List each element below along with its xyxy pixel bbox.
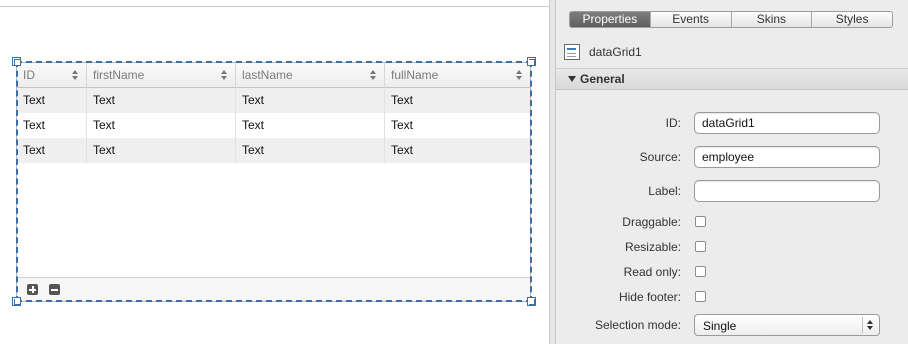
resizable-checkbox[interactable]	[695, 241, 706, 252]
tab-styles[interactable]: Styles	[812, 12, 892, 27]
updown-arrows-icon	[867, 320, 874, 331]
table-cell: Text	[236, 138, 385, 163]
draggable-label: Draggable:	[622, 215, 681, 229]
grid-body: Text Text Text Text Text Text Text Text …	[17, 88, 530, 163]
table-cell: Text	[391, 143, 414, 157]
id-field[interactable]	[694, 112, 880, 134]
component-name: dataGrid1	[589, 45, 642, 59]
table-row[interactable]: Text Text Text Text	[17, 88, 530, 113]
field-row-id: ID:	[556, 112, 908, 136]
grid-footer	[17, 277, 530, 301]
table-cell: Text	[236, 113, 385, 138]
field-row-label: Label:	[556, 180, 908, 204]
table-cell: Text	[87, 138, 236, 163]
table-row[interactable]: Text Text Text Text	[17, 113, 530, 138]
data-grid[interactable]: ID firstName lastName fullName Text Text…	[16, 62, 531, 302]
read-only-label: Read only:	[623, 265, 681, 279]
add-row-icon[interactable]	[27, 284, 38, 295]
table-cell: Text	[17, 113, 87, 138]
hide-footer-checkbox[interactable]	[695, 291, 706, 302]
selection-mode-value: Single	[703, 319, 737, 333]
draggable-checkbox[interactable]	[695, 216, 706, 227]
table-cell: Text	[391, 93, 414, 107]
design-canvas[interactable]: ID firstName lastName fullName Text Text…	[0, 0, 549, 344]
tab-events[interactable]: Events	[651, 12, 732, 27]
column-header-label: firstName	[93, 68, 145, 82]
resize-handle-bottom-left[interactable]	[12, 297, 21, 306]
properties-panel: Properties Events Skins Styles dataGrid1…	[556, 0, 908, 344]
select-divider	[862, 317, 863, 333]
section-general-header[interactable]: General	[556, 68, 908, 90]
field-row-hide-footer: Hide footer:	[556, 286, 908, 310]
field-row-source: Source:	[556, 146, 908, 170]
column-header-fullname[interactable]: fullName	[385, 63, 530, 88]
label-label: Label:	[648, 184, 681, 198]
table-cell: Text	[17, 88, 87, 113]
column-header-lastname[interactable]: lastName	[236, 63, 385, 88]
table-cell: Text	[87, 113, 236, 138]
datagrid-icon	[564, 44, 580, 60]
tab-properties[interactable]: Properties	[570, 12, 651, 27]
id-label: ID:	[665, 116, 681, 130]
selection-mode-select[interactable]: Single	[694, 314, 880, 336]
selected-component: dataGrid1	[564, 42, 642, 62]
column-header-firstname[interactable]: firstName	[87, 63, 236, 88]
column-header-label: ID	[23, 68, 35, 82]
read-only-checkbox[interactable]	[695, 266, 706, 277]
resize-handle-top-right[interactable]	[527, 57, 536, 66]
field-row-draggable: Draggable:	[556, 211, 908, 235]
panel-splitter[interactable]	[549, 0, 556, 344]
column-header-label: lastName	[242, 68, 293, 82]
table-cell: Text	[391, 118, 414, 132]
label-field[interactable]	[694, 180, 880, 202]
column-header-label: fullName	[391, 68, 439, 82]
field-row-read-only: Read only:	[556, 261, 908, 285]
general-properties-form: ID: Source: Label: Draggable: Resizable:…	[556, 90, 908, 344]
field-row-resizable: Resizable:	[556, 236, 908, 260]
hide-footer-label: Hide footer:	[618, 290, 681, 304]
sort-icon[interactable]	[72, 70, 79, 81]
sort-icon[interactable]	[516, 70, 523, 81]
remove-row-icon[interactable]	[49, 284, 60, 295]
table-cell: Text	[17, 138, 87, 163]
canvas-top-divider	[0, 6, 549, 7]
column-header-id[interactable]: ID	[17, 63, 87, 88]
sort-icon[interactable]	[370, 70, 377, 81]
disclosure-triangle-icon[interactable]	[568, 76, 576, 82]
resizable-label: Resizable:	[624, 240, 681, 254]
table-cell: Text	[236, 88, 385, 113]
table-cell: Text	[87, 88, 236, 113]
resize-handle-bottom-right[interactable]	[527, 297, 536, 306]
sort-icon[interactable]	[221, 70, 228, 81]
tab-skins[interactable]: Skins	[732, 12, 813, 27]
grid-header: ID firstName lastName fullName	[17, 63, 530, 88]
panel-tabs: Properties Events Skins Styles	[569, 11, 893, 28]
selection-mode-label: Selection mode:	[594, 318, 681, 332]
table-row[interactable]: Text Text Text Text	[17, 138, 530, 163]
source-label: Source:	[639, 150, 681, 164]
field-row-selection-mode: Selection mode: Single	[556, 314, 908, 338]
section-title: General	[580, 72, 625, 86]
source-field[interactable]	[694, 146, 880, 168]
resize-handle-top-left[interactable]	[12, 57, 21, 66]
